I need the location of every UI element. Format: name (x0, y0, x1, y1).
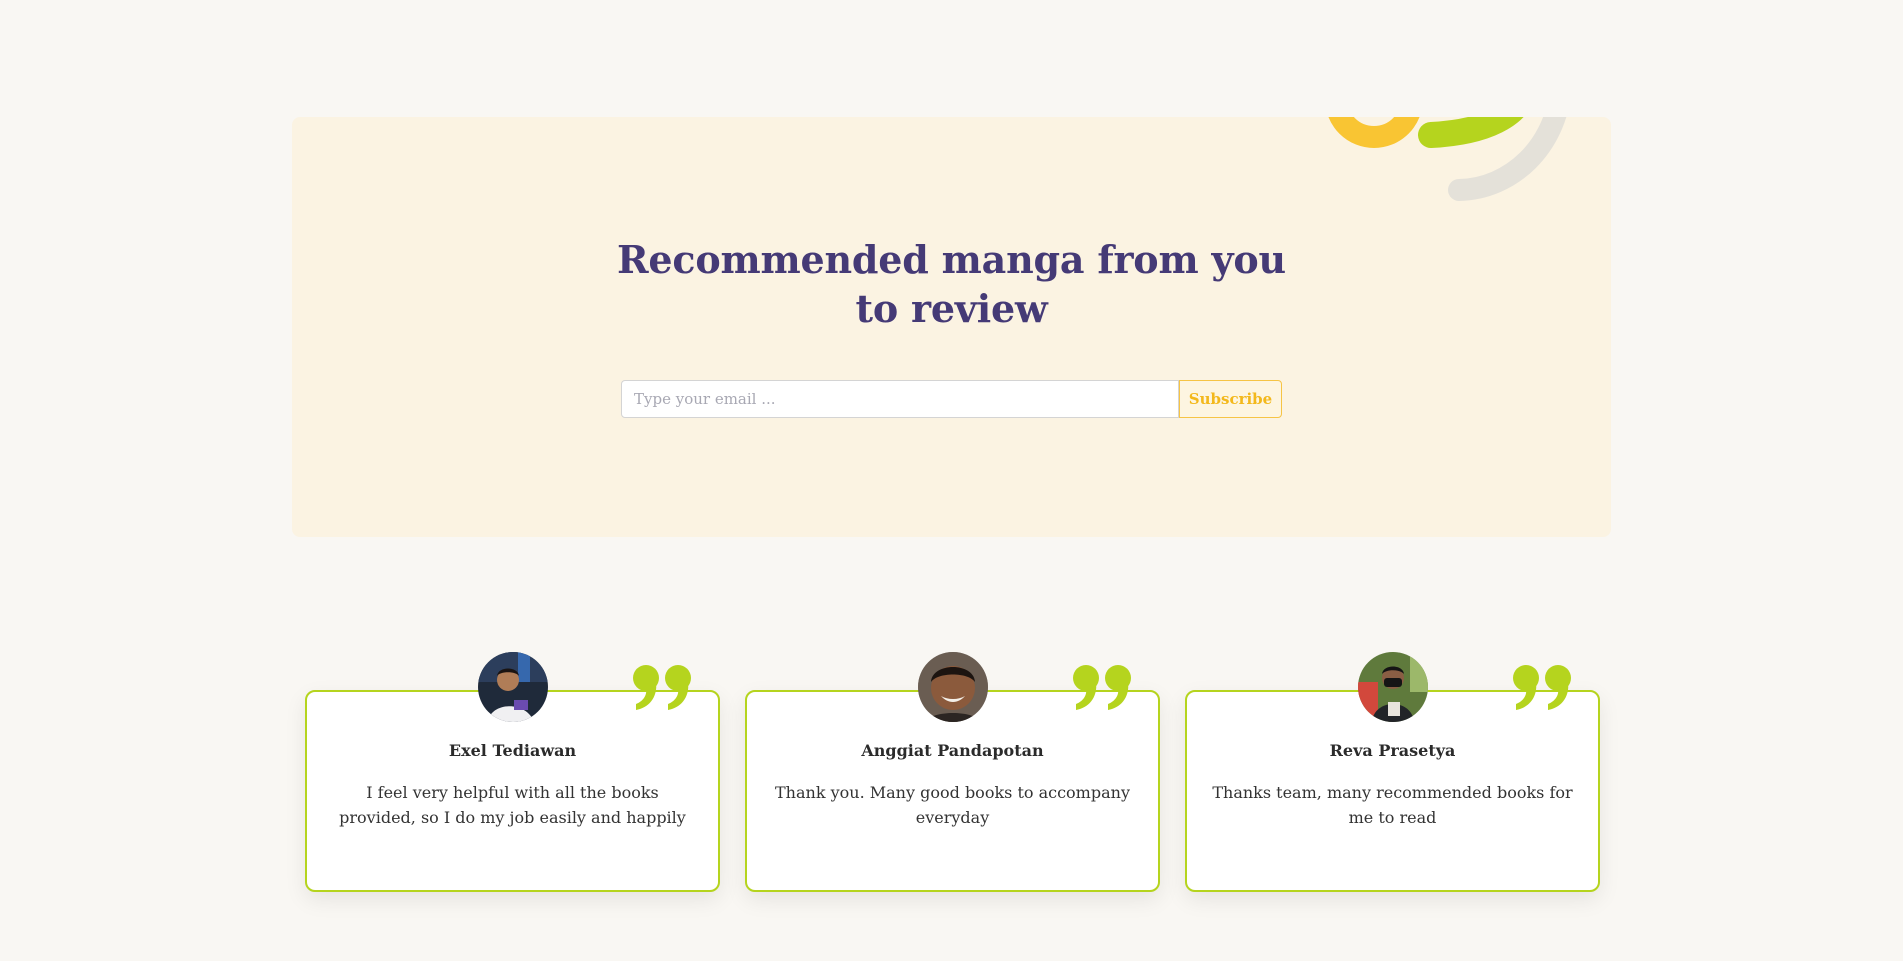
avatar-photo-icon (477, 652, 548, 722)
avatar (917, 652, 988, 722)
subscribe-form: Subscribe (621, 380, 1282, 418)
testimonial-name: Reva Prasetya (1329, 741, 1456, 760)
subscribe-button[interactable]: Subscribe (1179, 380, 1282, 418)
testimonial-card: Exel Tediawan I feel very helpful with a… (305, 652, 720, 892)
testimonials-section: Exel Tediawan I feel very helpful with a… (305, 651, 1600, 892)
quote-icon (1513, 665, 1571, 710)
decorative-shapes (1328, 117, 1567, 201)
avatar-photo-icon (1357, 652, 1428, 722)
quote-icon (633, 665, 691, 710)
email-input[interactable] (621, 380, 1179, 418)
testimonial-text: Thanks team, many recommended books for … (1212, 783, 1573, 827)
testimonial-name: Anggiat Pandapotan (861, 741, 1044, 760)
newsletter-section: Recommended manga from you to review Sub… (292, 117, 1611, 537)
avatar (477, 652, 548, 722)
newsletter-headline: Recommended manga from you to review (617, 237, 1286, 331)
testimonial-text: I feel very helpful with all the books p… (339, 783, 686, 827)
testimonial-card: Anggiat Pandapotan Thank you. Many good … (745, 652, 1160, 892)
testimonial-card: Reva Prasetya Thanks team, many recommen… (1185, 652, 1600, 892)
avatar-photo-icon (917, 652, 988, 722)
testimonial-text: Thank you. Many good books to accompany … (775, 783, 1130, 827)
testimonial-name: Exel Tediawan (448, 741, 577, 760)
quote-icon (1073, 665, 1131, 710)
avatar (1357, 652, 1428, 722)
